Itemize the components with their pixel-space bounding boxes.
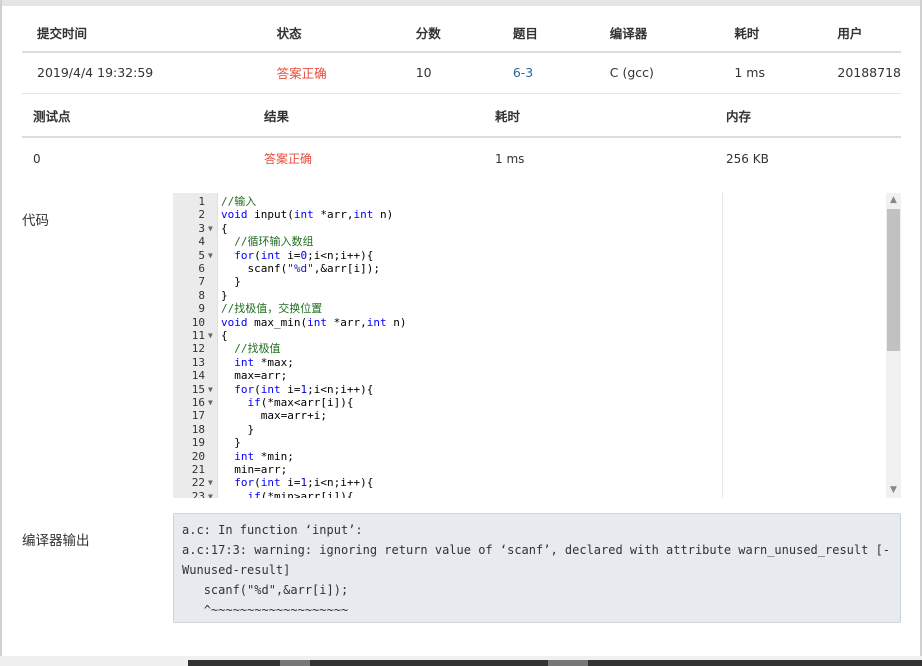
fold-arrow-icon[interactable]: ▼ <box>208 383 216 396</box>
header-tc-time: 耗时 <box>484 95 715 138</box>
fold-arrow-icon[interactable]: ▼ <box>208 249 216 262</box>
line-number: 16 <box>191 396 205 409</box>
line-number: 14 <box>191 369 205 383</box>
submission-table: 提交时间 状态 分数 题目 编译器 耗时 用户 2019/4/4 19:32:5… <box>22 14 901 94</box>
code-text: max=arr; <box>221 369 288 383</box>
header-result: 结果 <box>253 95 484 138</box>
line-number: 9 <box>198 302 205 316</box>
testcase-id: 0 <box>33 151 41 166</box>
code-text: if(*min>arr[i]){ <box>247 489 354 498</box>
taskbar-segment <box>548 660 588 666</box>
line-number: 7 <box>198 275 205 289</box>
line-number: 6 <box>198 262 205 275</box>
code-scrollbar[interactable]: ▲ ▼ <box>886 193 901 498</box>
code-text: //循环输入数组 <box>234 235 314 249</box>
line-number: 19 <box>191 436 205 450</box>
line-number: 21 <box>191 463 205 476</box>
testcase-memory: 256 KB <box>726 151 769 166</box>
fold-arrow-icon[interactable]: ▼ <box>208 329 216 342</box>
testcase-header-row: 测试点 结果 耗时 内存 <box>22 95 901 138</box>
code-text: min=arr; <box>221 463 288 476</box>
score-value: 10 <box>400 52 498 94</box>
scroll-up-arrow-icon[interactable]: ▲ <box>886 193 901 208</box>
line-number: 11 <box>191 329 205 342</box>
code-label: 代码 <box>22 213 49 229</box>
user-value: 20188718 <box>822 52 901 94</box>
compiler-output-label: 编译器输出 <box>22 533 90 549</box>
window-top-edge <box>0 0 922 6</box>
code-text: void max_min(int *arr,int n) <box>221 315 407 329</box>
code-text: max=arr+i; <box>221 409 327 423</box>
code-text: void input(int *arr,int n) <box>221 208 394 222</box>
submit-time: 2019/4/4 19:32:59 <box>22 52 262 94</box>
line-number: 22 <box>191 476 205 490</box>
compiler-output-box: a.c: In function ‘input’: a.c:17:3: warni… <box>173 513 901 623</box>
header-compiler: 编译器 <box>594 14 720 53</box>
line-number: 12 <box>191 342 205 356</box>
header-score: 分数 <box>400 14 498 53</box>
line-number: 20 <box>191 449 205 463</box>
line-number: 18 <box>191 422 205 436</box>
code-text: { <box>221 221 228 235</box>
taskbar-segment <box>280 660 310 666</box>
problem-link[interactable]: 6-3 <box>513 65 533 80</box>
header-user: 用户 <box>822 14 901 53</box>
code-text: //找极值，交换位置 <box>221 302 323 316</box>
code-text: //找极值 <box>234 342 281 356</box>
line-number: 10 <box>191 315 205 329</box>
fold-arrow-icon[interactable]: ▼ <box>208 222 216 235</box>
code-text: //输入 <box>221 195 257 208</box>
line-number: 8 <box>198 288 205 302</box>
line-number: 15 <box>191 382 205 396</box>
line-number: 5 <box>198 248 205 262</box>
code-text: } <box>221 436 241 450</box>
window-left-edge <box>0 0 2 666</box>
testcase-time: 1 ms <box>495 151 525 166</box>
line-number: 4 <box>198 235 205 249</box>
testcase-row: 0 答案正确 1 ms 256 KB <box>22 137 901 179</box>
scroll-down-arrow-icon[interactable]: ▼ <box>886 483 901 498</box>
status-badge: 答案正确 <box>261 52 401 94</box>
line-number: 3 <box>198 221 205 235</box>
code-text: } <box>221 422 255 436</box>
code-text: int *max; <box>234 355 294 369</box>
testcase-table: 测试点 结果 耗时 内存 0 答案正确 1 ms 256 KB <box>22 95 901 179</box>
fold-arrow-icon[interactable]: ▼ <box>208 476 216 489</box>
submission-header-row: 提交时间 状态 分数 题目 编译器 耗时 用户 <box>22 14 901 53</box>
compiler-output-line: a.c:17:3: warning: ignoring return value… <box>182 543 891 577</box>
code-text: } <box>221 275 241 289</box>
compiler-output-line: scanf("%d",&arr[i]); <box>182 583 349 597</box>
code-text: { <box>221 329 228 342</box>
code-text: } <box>221 288 228 302</box>
fold-arrow-icon[interactable]: ▼ <box>208 490 216 498</box>
compiler-output-line: a.c: In function ‘input’: <box>182 523 363 537</box>
header-status: 状态 <box>261 14 401 53</box>
line-number: 23 <box>191 489 205 498</box>
code-text: for(int i=1;i<n;i++){ <box>234 476 374 490</box>
header-testcase: 测试点 <box>22 95 253 138</box>
compiler-value: C (gcc) <box>594 52 720 94</box>
line-number: 17 <box>191 409 205 423</box>
code-text: if(*max<arr[i]){ <box>247 396 354 409</box>
scroll-thumb[interactable] <box>887 209 900 351</box>
header-submit-time: 提交时间 <box>22 14 262 53</box>
code-editor[interactable]: 1//输入 2 void input(int *arr,int n) 3 ▼{4 //循… <box>173 193 901 498</box>
header-memory: 内存 <box>715 95 901 138</box>
code-text: for(int i=1;i<n;i++){ <box>234 382 374 396</box>
print-margin <box>722 193 723 498</box>
fold-arrow-icon[interactable]: ▼ <box>208 396 216 409</box>
line-number: 13 <box>191 355 205 369</box>
line-number: 1 <box>198 195 205 208</box>
testcase-result: 答案正确 <box>264 152 313 166</box>
submission-row: 2019/4/4 19:32:59 答案正确 10 6-3 C (gcc) 1 … <box>22 52 901 94</box>
line-number: 2 <box>198 208 205 222</box>
header-problem: 题目 <box>497 14 595 53</box>
code-text: int *min; <box>234 449 294 463</box>
code-text: for(int i=0;i<n;i++){ <box>234 248 374 262</box>
header-time: 耗时 <box>719 14 823 53</box>
taskbar-strip <box>188 660 922 666</box>
time-value: 1 ms <box>719 52 823 94</box>
compiler-output-line: ^~~~~~~~~~~~~~~~~~~~ <box>182 603 349 617</box>
code-text: scanf("%d",&arr[i]); <box>221 262 380 275</box>
